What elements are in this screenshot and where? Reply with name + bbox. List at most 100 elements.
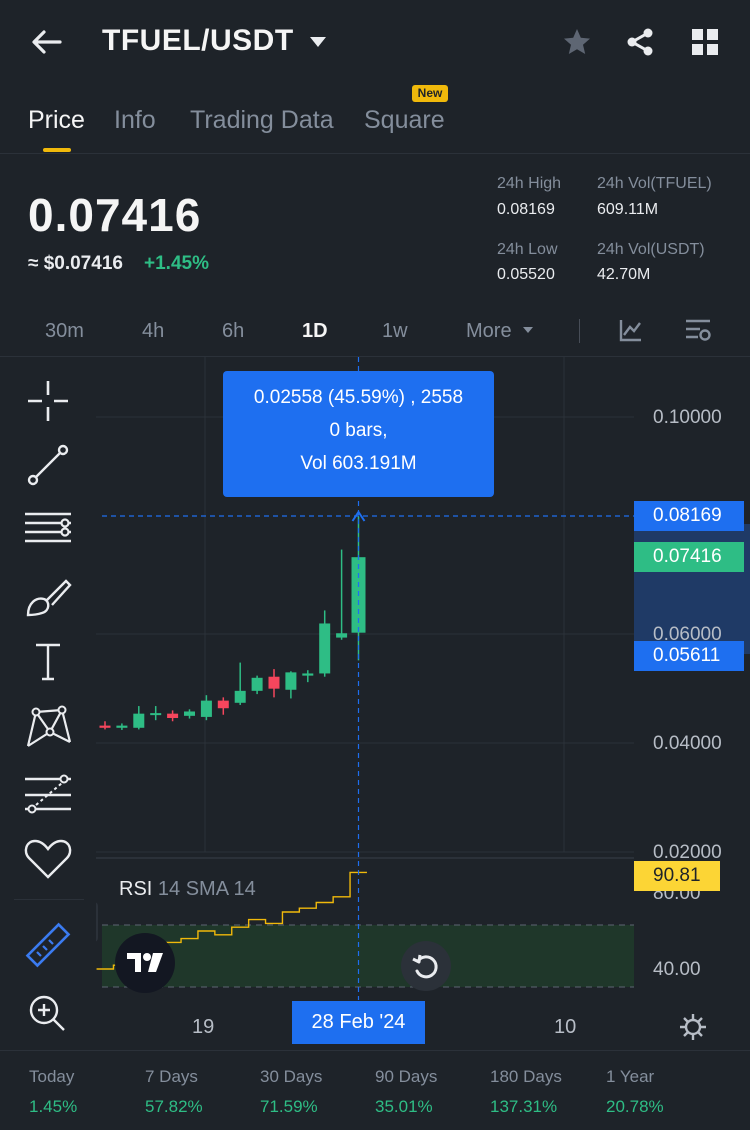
price-change: +1.45%	[144, 253, 209, 274]
candle-body	[217, 700, 229, 709]
text-icon[interactable]	[22, 635, 74, 687]
tab-price[interactable]: Price	[28, 106, 85, 135]
rsi-params: 14 SMA 14	[157, 878, 256, 900]
x-tick-label: 10	[554, 1016, 577, 1038]
measure-price-tag: 0.05611	[634, 641, 744, 671]
candle-body	[302, 673, 314, 676]
perf-value: 1.45%	[29, 1097, 78, 1116]
crosshair-date-label: 28 Feb '24	[292, 1001, 425, 1044]
tradingview-logo	[115, 933, 175, 993]
usd-price: ≈ $0.07416	[28, 253, 123, 274]
interval-bar: 30m 4h 6h 1D 1w More	[0, 305, 750, 357]
rsi-value-tag: 90.81	[634, 861, 720, 891]
perf-value: 137.31%	[490, 1097, 558, 1116]
crosshair-icon[interactable]	[22, 375, 74, 427]
perf-value: 20.78%	[606, 1097, 664, 1116]
perf-value: 71.59%	[260, 1097, 318, 1116]
star-icon[interactable]	[561, 26, 593, 58]
zoom-icon[interactable]	[22, 988, 74, 1040]
high-value: 0.08169	[497, 201, 555, 218]
drawing-toolbar	[0, 357, 96, 1050]
vol-base-value: 609.11M	[597, 201, 659, 218]
perf-label: 1 Year	[606, 1067, 655, 1086]
candle-body	[200, 700, 212, 717]
more-caret-icon	[523, 327, 533, 333]
last-price: 0.07416	[28, 189, 202, 241]
trend-line-icon[interactable]	[22, 439, 74, 491]
interval-1d[interactable]: 1D	[302, 320, 328, 343]
interval-1w[interactable]: 1w	[382, 320, 408, 343]
indicator-icon[interactable]	[618, 317, 644, 343]
reset-icon	[412, 954, 438, 979]
perf-90-days: 90 Days 35.01%	[375, 1067, 437, 1117]
performance-bar: Today 1.45% 7 Days 57.82% 30 Days 71.59%…	[0, 1050, 750, 1130]
rsi-label: RSI	[119, 878, 153, 900]
candle-body	[285, 672, 297, 690]
back-arrow-icon[interactable]	[30, 28, 62, 56]
candle-body	[150, 713, 162, 716]
perf-30-days: 30 Days 71.59%	[260, 1067, 322, 1117]
candle-body	[319, 623, 331, 674]
high-label: 24h High	[497, 175, 562, 192]
perf-label: 30 Days	[260, 1067, 323, 1086]
favorite-icon[interactable]	[22, 833, 74, 885]
candle-body	[133, 713, 145, 728]
candle-body	[336, 633, 348, 638]
horizontal-lines-icon[interactable]	[22, 504, 74, 556]
perf-7-days: 7 Days 57.82%	[145, 1067, 203, 1117]
tradingview-logo-icon	[127, 953, 163, 972]
fib-icon[interactable]	[22, 769, 74, 821]
reset-chart-button[interactable]	[401, 941, 451, 991]
grid-icon[interactable]	[689, 26, 721, 58]
low-value: 0.05520	[497, 266, 555, 283]
perf-today: Today 1.45%	[29, 1067, 77, 1117]
top-bar: TFUEL/USDT	[0, 0, 750, 88]
low-label: 24h Low	[497, 241, 558, 258]
candle-body	[116, 725, 128, 728]
candle-body	[167, 713, 179, 719]
candle-body	[99, 725, 111, 728]
perf-label: 180 Days	[490, 1067, 562, 1086]
interval-more[interactable]: More	[466, 320, 512, 343]
caret-down-icon[interactable]	[308, 34, 328, 50]
brush-icon[interactable]	[22, 571, 74, 623]
perf-label: 90 Days	[375, 1067, 438, 1086]
tab-trading-data[interactable]: Trading Data	[190, 106, 334, 135]
vol-quote-value: 42.70M	[597, 266, 651, 283]
perf-1-year: 1 Year 20.78%	[606, 1067, 664, 1117]
candle-body	[251, 677, 263, 691]
tooltip-line-3: Vol 603.191M	[300, 453, 417, 474]
interval-6h[interactable]: 6h	[222, 320, 244, 343]
perf-label: 7 Days	[145, 1067, 198, 1086]
tooltip-line-1: 0.02558 (45.59%) , 2558	[253, 387, 464, 408]
perf-value: 35.01%	[375, 1097, 433, 1116]
toolbar-divider	[14, 899, 84, 900]
tab-info[interactable]: Info	[114, 106, 156, 135]
rsi-legend[interactable]: RSI 14 SMA 14	[119, 878, 256, 901]
active-tab-indicator	[43, 148, 71, 152]
high-price-tag: 0.08169	[634, 501, 744, 531]
interval-4h[interactable]: 4h	[142, 320, 164, 343]
pair-title[interactable]: TFUEL/USDT	[102, 24, 294, 58]
perf-label: Today	[29, 1067, 75, 1086]
rsi-band	[102, 925, 634, 987]
gear-icon[interactable]	[678, 1012, 708, 1042]
interval-30m[interactable]: 30m	[45, 320, 84, 343]
chart-settings-icon[interactable]	[684, 317, 712, 343]
perf-180-days: 180 Days 137.31%	[490, 1067, 562, 1117]
perf-value: 57.82%	[145, 1097, 203, 1116]
y-tick-label: 0.04000	[653, 733, 722, 754]
rsi-tick-label: 40.00	[653, 959, 701, 980]
pattern-icon[interactable]	[22, 702, 74, 754]
measure-tooltip: 0.02558 (45.59%) , 2558 0 bars, Vol 603.…	[223, 371, 494, 497]
tab-square[interactable]: Square	[364, 106, 445, 135]
tab-bar: Price Info Trading Data Square	[0, 88, 750, 154]
share-icon[interactable]	[624, 26, 656, 58]
candle-body	[268, 676, 280, 689]
vol-base-label: 24h Vol(TFUEL)	[597, 175, 712, 192]
ruler-icon[interactable]	[22, 920, 74, 972]
candle-body	[184, 711, 195, 716]
candle-body	[234, 690, 246, 703]
vol-quote-label: 24h Vol(USDT)	[597, 241, 705, 258]
new-badge: New	[412, 85, 448, 102]
